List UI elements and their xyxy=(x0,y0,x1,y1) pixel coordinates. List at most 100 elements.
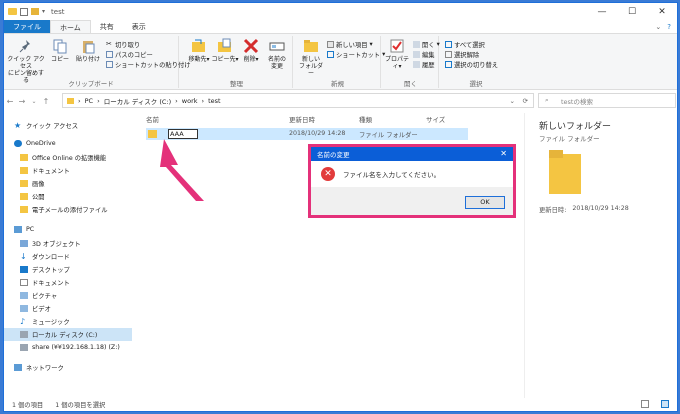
large-folder-icon xyxy=(549,150,581,194)
move-to-button[interactable]: 移動先▾ xyxy=(185,38,213,63)
delete-x-icon xyxy=(243,38,259,54)
column-name[interactable]: 名前 xyxy=(146,113,159,125)
folder-icon xyxy=(20,154,28,161)
paste-shortcut-button[interactable]: ショートカットの貼り付け xyxy=(106,60,191,69)
forward-arrow-icon[interactable]: → xyxy=(16,97,28,106)
nav-onedrive[interactable]: OneDrive xyxy=(4,137,132,150)
select-all-icon xyxy=(445,41,452,48)
large-icons-view-icon[interactable] xyxy=(661,400,669,408)
help-icon[interactable]: ? xyxy=(667,20,671,33)
scissors-icon: ✂ xyxy=(106,40,112,48)
breadcrumb-work[interactable]: work xyxy=(182,97,198,105)
maximize-button[interactable]: ☐ xyxy=(617,3,647,20)
nav-quick-access[interactable]: ★ クイック アクセス xyxy=(4,119,132,132)
history-button[interactable]: 履歴 xyxy=(413,60,435,69)
nav-pc-item[interactable]: ドキュメント xyxy=(4,276,132,289)
group-new: 新しい フォルダー 新しい項目 ▾ ショートカット ▾ 新規 xyxy=(295,36,385,88)
column-date[interactable]: 更新日時 xyxy=(289,113,315,125)
select-all-button[interactable]: すべて選択 xyxy=(445,40,485,49)
file-date: 2018/10/29 14:28 xyxy=(289,130,346,137)
group-open: プロパティ▾ 開く ▾ 編集 履歴 開く xyxy=(383,36,440,88)
preview-date-label: 更新日時: xyxy=(539,207,567,214)
refresh-icon[interactable]: ⟳ xyxy=(523,97,528,105)
ok-button[interactable]: OK xyxy=(465,196,505,209)
back-arrow-icon[interactable]: ← xyxy=(4,97,16,106)
group-label-select: 選択 xyxy=(469,80,483,88)
collapse-ribbon-icon[interactable]: ⌄ xyxy=(655,20,661,33)
close-button[interactable]: ✕ xyxy=(647,3,677,20)
copy-button[interactable]: コピー xyxy=(48,38,72,63)
tab-file[interactable]: ファイル xyxy=(4,20,50,33)
breadcrumb-pc[interactable]: PC xyxy=(85,97,93,105)
open-icon xyxy=(413,41,420,48)
tab-home[interactable]: ホーム xyxy=(50,20,91,33)
open-button[interactable]: 開く ▾ xyxy=(413,40,440,49)
nav-pc-item[interactable]: ビデオ xyxy=(4,302,132,315)
copy-path-button[interactable]: パスのコピー xyxy=(106,50,153,59)
group-organize: 移動先▾ コピー先▾ 削除▾ 名前の 変更 整理 xyxy=(181,36,293,88)
nav-onedrive-item[interactable]: ドキュメント xyxy=(4,164,132,177)
paste-button[interactable]: 貼り付け xyxy=(74,38,102,63)
folder-icon xyxy=(8,8,17,15)
invert-selection-icon xyxy=(445,61,452,68)
download-icon: ↓ xyxy=(20,252,27,261)
nav-pc-item[interactable]: 3D オブジェクト xyxy=(4,237,132,250)
delete-button[interactable]: 削除▾ xyxy=(237,38,265,63)
pictures-icon xyxy=(20,292,28,299)
recent-chevron-icon[interactable]: ⌄ xyxy=(28,98,40,105)
nav-pc-item[interactable]: デスクトップ xyxy=(4,263,132,276)
move-to-icon xyxy=(191,38,207,54)
tab-share[interactable]: 共有 xyxy=(91,20,123,33)
nav-pc-item[interactable]: ピクチャ xyxy=(4,289,132,302)
address-bar[interactable]: › PC › ローカル ディスク (C:) › work › test ⌄ ⟳ xyxy=(62,93,534,108)
properties-button[interactable]: プロパティ▾ xyxy=(383,38,411,70)
dialog-body: ✕ ファイル名を入力してください。 xyxy=(311,161,513,187)
address-dropdown-icon[interactable]: ⌄ xyxy=(510,97,515,105)
pc-icon xyxy=(14,226,22,233)
selection-count: 1 個の項目を選択 xyxy=(55,401,106,409)
select-none-button[interactable]: 選択解除 xyxy=(445,50,479,59)
search-input[interactable]: ⌕ testの検索 xyxy=(538,93,676,108)
rename-error-dialog: 名前の変更 ✕ ✕ ファイル名を入力してください。 OK xyxy=(308,144,516,218)
documents-icon xyxy=(20,279,28,286)
navigation-pane: ★ クイック アクセス OneDrive Office Online の拡張機能 … xyxy=(4,113,132,398)
details-view-icon[interactable] xyxy=(641,400,649,408)
nav-pc-item[interactable]: ♪ ミュージック xyxy=(4,315,132,328)
minimize-button[interactable]: — xyxy=(587,3,617,20)
new-folder-icon[interactable] xyxy=(31,8,39,15)
edit-icon xyxy=(413,51,420,58)
rename-button[interactable]: 名前の 変更 xyxy=(263,38,291,70)
breadcrumb-test[interactable]: test xyxy=(208,97,220,105)
3d-objects-icon xyxy=(20,240,28,247)
new-folder-button[interactable]: 新しい フォルダー xyxy=(297,38,325,77)
nav-pc-item[interactable]: ↓ ダウンロード xyxy=(4,250,132,263)
easy-access-shortcut-button[interactable]: ショートカット ▾ xyxy=(327,50,385,59)
new-item-button[interactable]: 新しい項目 ▾ xyxy=(327,40,373,49)
dialog-close-button[interactable]: ✕ xyxy=(500,147,507,161)
error-icon: ✕ xyxy=(321,167,335,181)
group-label-new: 新規 xyxy=(331,80,344,88)
qat-dropdown-icon[interactable]: ▾ xyxy=(42,8,45,15)
tab-view[interactable]: 表示 xyxy=(123,20,155,33)
nav-onedrive-item[interactable]: Office Online の拡張機能 xyxy=(4,151,132,164)
nav-pc[interactable]: PC xyxy=(4,223,132,236)
invert-selection-button[interactable]: 選択の切り替え xyxy=(445,60,498,69)
up-arrow-icon[interactable]: ↑ xyxy=(40,97,52,106)
nav-pc-item-local-disk[interactable]: ローカル ディスク (C:) xyxy=(4,328,132,341)
copy-to-button[interactable]: コピー先▾ xyxy=(211,38,239,63)
nav-onedrive-item[interactable]: 電子メールの添付ファイル xyxy=(4,203,132,216)
folder-icon xyxy=(20,193,28,200)
column-type[interactable]: 種類 xyxy=(359,113,372,125)
nav-onedrive-item[interactable]: 画像 xyxy=(4,177,132,190)
group-label-organize: 整理 xyxy=(230,80,243,88)
nav-pc-item[interactable]: share (¥¥192.168.1.18) (Z:) xyxy=(4,341,132,354)
column-size[interactable]: サイズ xyxy=(426,113,445,125)
properties-check-icon[interactable] xyxy=(20,7,28,16)
nav-network[interactable]: ネットワーク xyxy=(4,361,132,374)
nav-onedrive-item[interactable]: 公開 xyxy=(4,190,132,203)
cut-button[interactable]: ✂ 切り取り xyxy=(106,40,140,50)
breadcrumb-local-disk[interactable]: ローカル ディスク (C:) xyxy=(104,96,171,106)
quick-access-toolbar: ▾ xyxy=(4,7,45,16)
edit-button[interactable]: 編集 xyxy=(413,50,435,59)
drive-icon xyxy=(20,331,28,338)
